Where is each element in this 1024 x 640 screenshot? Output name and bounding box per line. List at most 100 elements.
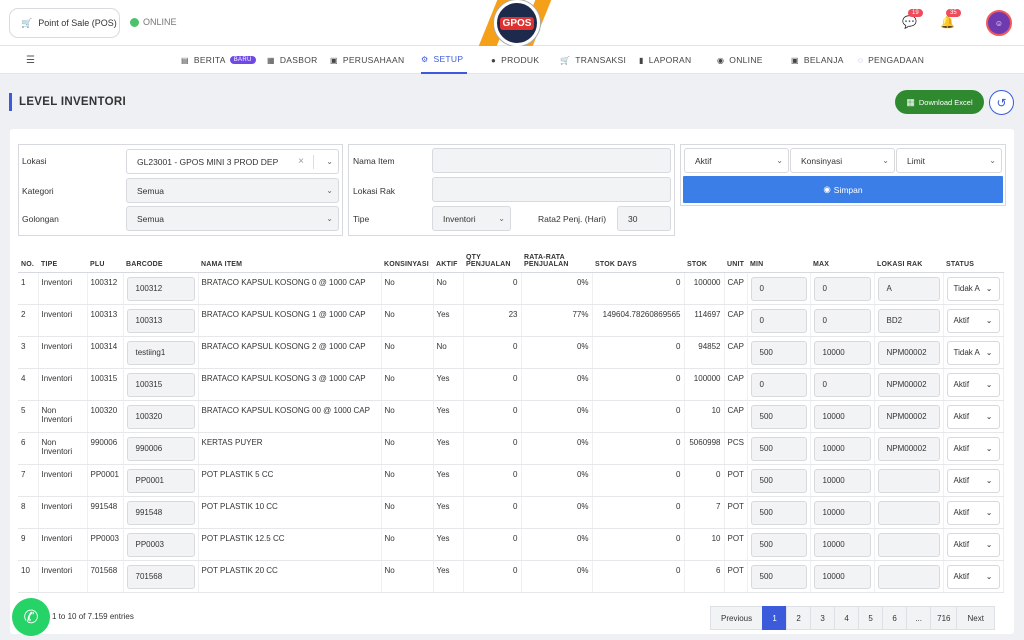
- status-select[interactable]: Aktif ⌄: [946, 308, 1000, 333]
- status-select[interactable]: Aktif ⌄: [946, 532, 1000, 557]
- column-header[interactable]: MIN: [747, 244, 810, 273]
- max-input[interactable]: 10000: [813, 564, 871, 589]
- history-button[interactable]: ↺: [989, 90, 1014, 115]
- pagination-page[interactable]: 6: [882, 606, 908, 630]
- tipe-select[interactable]: Inventori ⌄: [432, 206, 511, 231]
- limit-select[interactable]: Limit ⌄: [896, 148, 1002, 173]
- max-input[interactable]: 0: [813, 276, 871, 301]
- nav-pengadaan[interactable]: ◌ PENGADAAN: [858, 46, 924, 74]
- hamburger-icon[interactable]: ☰: [26, 55, 35, 66]
- nav-belanja[interactable]: ▣ BELANJA: [791, 46, 844, 74]
- app-logo[interactable]: GPOS: [478, 0, 554, 46]
- column-header[interactable]: STATUS: [943, 244, 1003, 273]
- max-input[interactable]: 10000: [813, 404, 871, 429]
- pagination-page[interactable]: 2: [786, 606, 812, 630]
- status-select[interactable]: Aktif ⌄: [946, 564, 1000, 589]
- nav-laporan[interactable]: ▮ LAPORAN: [639, 46, 691, 74]
- avatar[interactable]: ☺: [986, 10, 1012, 36]
- nav-perusahaan[interactable]: ▣ PERUSAHAAN: [330, 46, 404, 74]
- pagination-page[interactable]: 3: [810, 606, 836, 630]
- barcode-input[interactable]: 100312: [126, 276, 195, 301]
- barcode-input[interactable]: 100320: [126, 404, 195, 429]
- nama-item-input[interactable]: [432, 148, 671, 173]
- bell-icon[interactable]: 🔔 35: [940, 9, 961, 29]
- rata2-input[interactable]: 30: [617, 206, 671, 231]
- download-excel-button[interactable]: ▦ Download Excel: [895, 90, 984, 114]
- status-select[interactable]: Aktif ⌄: [946, 372, 1000, 397]
- barcode-input[interactable]: 701568: [126, 564, 195, 589]
- nav-dasbor[interactable]: ▦ DASBOR: [267, 46, 318, 74]
- column-header[interactable]: STOK DAYS: [592, 244, 684, 273]
- simpan-button[interactable]: ◉ Simpan: [683, 176, 1003, 203]
- min-input[interactable]: 500: [750, 500, 807, 525]
- pagination-page[interactable]: 1: [762, 606, 788, 630]
- messages-icon[interactable]: 💬 19: [902, 9, 923, 29]
- max-input[interactable]: 0: [813, 372, 871, 397]
- barcode-input[interactable]: 991548: [126, 500, 195, 525]
- max-input[interactable]: 10000: [813, 436, 871, 461]
- column-header[interactable]: TIPE: [38, 244, 87, 273]
- nav-produk[interactable]: ● PRODUK: [491, 46, 539, 74]
- status-select[interactable]: Aktif ⌄: [946, 468, 1000, 493]
- konsinyasi-select[interactable]: Konsinyasi ⌄: [790, 148, 895, 173]
- min-input[interactable]: 0: [750, 276, 807, 301]
- column-header[interactable]: STOK: [684, 244, 724, 273]
- pagination-page[interactable]: 5: [858, 606, 884, 630]
- min-input[interactable]: 500: [750, 404, 807, 429]
- rak-input[interactable]: NPM00002: [877, 372, 940, 397]
- kategori-select[interactable]: Semua ⌄: [126, 178, 339, 203]
- column-header[interactable]: NO.: [18, 244, 38, 273]
- min-input[interactable]: 500: [750, 468, 807, 493]
- column-header[interactable]: NAMA ITEM: [198, 244, 381, 273]
- column-header[interactable]: LOKASI RAK: [874, 244, 943, 273]
- barcode-input[interactable]: PP0001: [126, 468, 195, 493]
- status-select[interactable]: Aktif ⌄: [946, 436, 1000, 461]
- lokasi-rak-input[interactable]: [432, 177, 671, 202]
- barcode-input[interactable]: 990006: [126, 436, 195, 461]
- max-input[interactable]: 10000: [813, 500, 871, 525]
- min-input[interactable]: 500: [750, 340, 807, 365]
- column-header[interactable]: KONSINYASI: [381, 244, 433, 273]
- min-input[interactable]: 0: [750, 308, 807, 333]
- column-header[interactable]: RATA-RATA PENJUALAN: [521, 244, 592, 273]
- status-select[interactable]: Tidak A ⌄: [946, 340, 1000, 365]
- status-select[interactable]: Aktif ⌄: [946, 404, 1000, 429]
- rak-input[interactable]: NPM00002: [877, 340, 940, 365]
- max-input[interactable]: 0: [813, 308, 871, 333]
- pagination-page[interactable]: 4: [834, 606, 860, 630]
- column-header[interactable]: AKTIF: [433, 244, 463, 273]
- nav-setup[interactable]: ⚙ SETUP: [421, 46, 468, 74]
- nav-berita[interactable]: ▤ BERITA BARU: [181, 46, 256, 74]
- column-header[interactable]: QTY PENJUALAN: [463, 244, 521, 273]
- rak-input[interactable]: [877, 500, 940, 525]
- golongan-select[interactable]: Semua ⌄: [126, 206, 339, 231]
- min-input[interactable]: 500: [750, 436, 807, 461]
- column-header[interactable]: UNIT: [724, 244, 747, 273]
- whatsapp-icon[interactable]: ✆: [12, 598, 50, 636]
- aktif-select[interactable]: Aktif ⌄: [684, 148, 789, 173]
- column-header[interactable]: BARCODE: [123, 244, 198, 273]
- status-select[interactable]: Tidak A ⌄: [946, 276, 1000, 301]
- pagination-page[interactable]: 716: [930, 606, 958, 630]
- barcode-input[interactable]: 100315: [126, 372, 195, 397]
- min-input[interactable]: 500: [750, 532, 807, 557]
- rak-input[interactable]: NPM00002: [877, 436, 940, 461]
- barcode-input[interactable]: testiing1: [126, 340, 195, 365]
- max-input[interactable]: 10000: [813, 532, 871, 557]
- rak-input[interactable]: A: [877, 276, 940, 301]
- clear-icon[interactable]: ×: [298, 156, 304, 167]
- max-input[interactable]: 10000: [813, 468, 871, 493]
- min-input[interactable]: 500: [750, 564, 807, 589]
- max-input[interactable]: 10000: [813, 340, 871, 365]
- lokasi-select[interactable]: GL23001 - GPOS MINI 3 PROD DEP × ⌄: [126, 149, 339, 174]
- pagination-previous[interactable]: Previous: [710, 606, 764, 630]
- nav-online[interactable]: ◉ ONLINE: [717, 46, 763, 74]
- rak-input[interactable]: [877, 468, 940, 493]
- rak-input[interactable]: [877, 532, 940, 557]
- nav-transaksi[interactable]: 🛒 TRANSAKSI: [560, 46, 626, 74]
- pos-selector[interactable]: 🛒 Point of Sale (POS): [9, 8, 120, 38]
- rak-input[interactable]: NPM00002: [877, 404, 940, 429]
- pagination-next[interactable]: Next: [956, 606, 995, 630]
- status-select[interactable]: Aktif ⌄: [946, 500, 1000, 525]
- barcode-input[interactable]: PP0003: [126, 532, 195, 557]
